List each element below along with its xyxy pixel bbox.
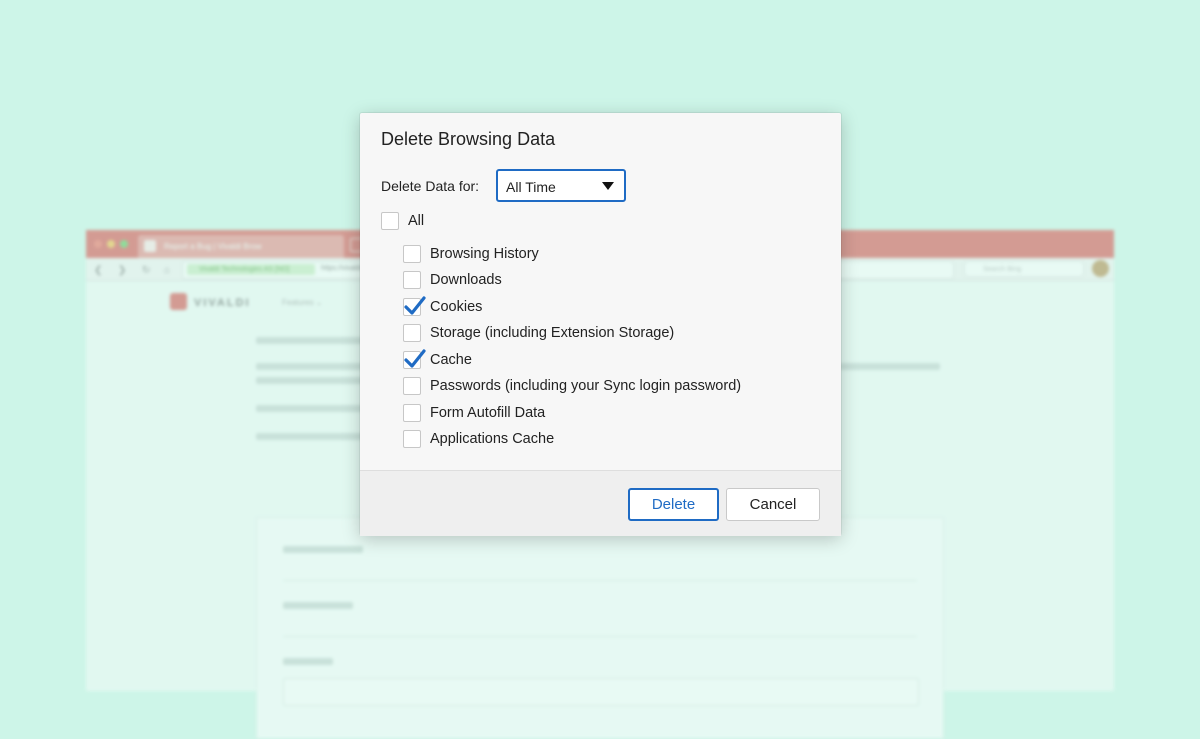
checkbox-browsing-history[interactable] — [403, 245, 421, 263]
option-label-browsing-history: Browsing History — [430, 246, 539, 262]
text-line — [283, 602, 353, 609]
forward-icon: ❯ — [118, 265, 127, 276]
select-field — [283, 566, 917, 581]
checkbox-all[interactable] — [381, 212, 399, 230]
option-label-cache: Cache — [430, 352, 472, 368]
option-label-passwords-including-your-sync-login-password: Passwords (including your Sync login pas… — [430, 378, 742, 394]
select-field — [283, 622, 917, 637]
cancel-button[interactable]: Cancel — [726, 488, 820, 521]
option-label-downloads: Downloads — [430, 272, 502, 288]
dialog-title: Delete Browsing Data — [381, 129, 556, 149]
bug-report-form — [256, 517, 944, 739]
checkmark-icon — [404, 296, 426, 315]
secure-badge: Vivaldi Technologies AS [NO] — [187, 264, 315, 275]
checkbox-storage-including-extension-storage[interactable] — [403, 324, 421, 342]
search-field: Search Bing — [964, 261, 1084, 277]
text-line — [283, 546, 363, 553]
checkbox-passwords-including-your-sync-login-password[interactable] — [403, 377, 421, 395]
checkmark-icon — [404, 349, 426, 368]
checkbox-applications-cache[interactable] — [403, 430, 421, 448]
checkbox-cache[interactable] — [403, 349, 426, 369]
text-line — [256, 363, 366, 370]
dialog-footer: Delete Cancel — [360, 470, 841, 536]
period-label: Delete Data for: — [381, 178, 480, 194]
option-label-all: All — [408, 213, 425, 229]
checkbox-cookies[interactable] — [403, 296, 426, 316]
maximize-window-icon — [120, 240, 128, 248]
reload-icon: ↻ — [142, 265, 151, 276]
nav-features: Features ⌄ — [282, 298, 323, 307]
checkbox-form-autofill-data[interactable] — [403, 404, 421, 422]
checkbox-downloads[interactable] — [403, 271, 421, 289]
home-icon: ⌂ — [164, 265, 171, 276]
text-line — [256, 433, 366, 440]
browser-tab: Report a Bug | Vivaldi Brow — [138, 235, 344, 258]
text-line — [256, 337, 366, 344]
dropdown-arrow-icon — [602, 182, 614, 190]
vivaldi-logo-icon — [170, 293, 187, 310]
text-line — [283, 658, 333, 665]
time-range-value: All Time — [506, 179, 556, 195]
vivaldi-logo-text: VIVALDI — [194, 297, 251, 309]
minimize-window-icon — [107, 240, 115, 248]
avatar — [1092, 260, 1109, 277]
option-label-storage-including-extension-storage: Storage (including Extension Storage) — [430, 325, 675, 341]
option-label-cookies: Cookies — [430, 299, 483, 315]
text-line — [256, 405, 366, 412]
tab-title: Report a Bug | Vivaldi Brow — [164, 242, 262, 251]
option-label-applications-cache: Applications Cache — [430, 431, 555, 447]
time-range-select[interactable]: All Time — [496, 169, 626, 202]
text-line — [256, 377, 366, 384]
delete-browsing-data-dialog: Delete Browsing Data Delete Data for: Al… — [360, 113, 841, 536]
back-icon: ❮ — [94, 265, 103, 276]
option-label-form-autofill-data: Form Autofill Data — [430, 405, 546, 421]
delete-button[interactable]: Delete — [628, 488, 719, 521]
close-window-icon — [94, 240, 102, 248]
favicon-icon — [144, 240, 156, 252]
text-field — [283, 678, 919, 706]
text-line — [840, 363, 940, 370]
